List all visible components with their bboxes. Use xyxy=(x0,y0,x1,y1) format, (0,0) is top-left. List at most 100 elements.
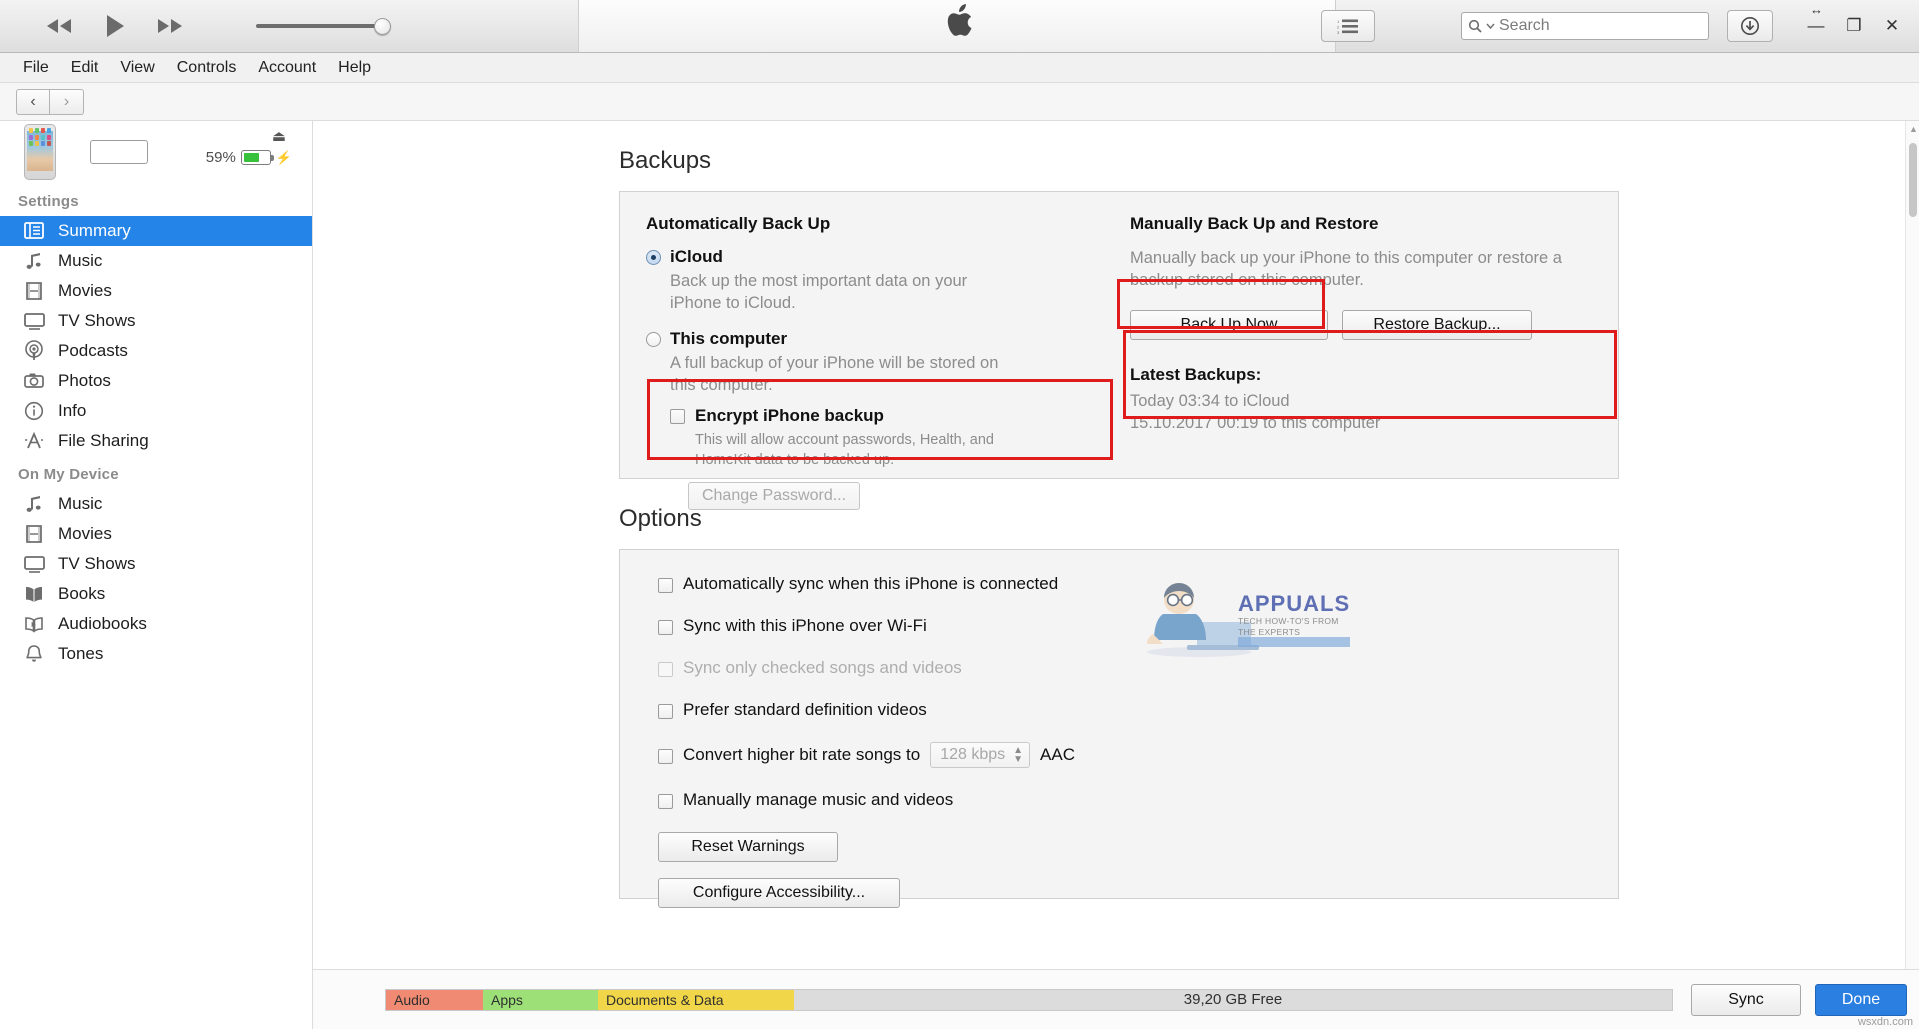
device-name-input[interactable] xyxy=(90,140,148,164)
scrollbar-thumb[interactable] xyxy=(1909,143,1917,217)
sync-button[interactable]: Sync xyxy=(1691,983,1801,1016)
forward-button[interactable]: › xyxy=(50,88,84,115)
menubar: File Edit View Controls Account Help xyxy=(0,53,1919,83)
sidebar: ⏏ 59% ⚡ Settings Summary Music Movies TV Sho… xyxy=(0,121,313,1029)
sidebar-item-label: Music xyxy=(58,251,103,270)
svg-text:2: 2 xyxy=(1337,25,1340,30)
tv-icon xyxy=(22,310,46,332)
charging-bolt-icon: ⚡ xyxy=(275,149,292,165)
books-icon xyxy=(22,583,46,605)
battery-status: 59% ⚡ xyxy=(206,149,292,166)
sidebar-item-books[interactable]: Books xyxy=(0,579,312,609)
close-button[interactable]: ✕ xyxy=(1873,11,1911,41)
stepper-arrows-icon[interactable]: ▲ ▼ xyxy=(1013,746,1023,765)
sidebar-item-tv-shows[interactable]: TV Shows xyxy=(0,306,312,336)
auto-sync-checkbox[interactable] xyxy=(658,578,673,593)
sidebar-item-summary[interactable]: Summary xyxy=(0,216,312,246)
summary-icon xyxy=(22,220,46,242)
encrypt-backup-label: Encrypt iPhone backup xyxy=(695,406,884,426)
icloud-description: Back up the most important data on your … xyxy=(670,272,968,313)
done-button[interactable]: Done xyxy=(1815,983,1907,1016)
sidebar-item-photos[interactable]: Photos xyxy=(0,366,312,396)
sidebar-item-info[interactable]: Info xyxy=(0,396,312,426)
option-convert-bitrate[interactable]: Convert higher bit rate songs to 128 kbp… xyxy=(658,742,1075,768)
prefer-sd-checkbox[interactable] xyxy=(658,704,673,719)
option-manual-manage[interactable]: Manually manage music and videos xyxy=(658,790,1075,810)
sync-checked-only-checkbox xyxy=(658,662,673,677)
volume-slider[interactable] xyxy=(256,13,391,39)
audio-format-label: AAC xyxy=(1040,745,1075,764)
capacity-segment-documents-data: Documents & Data xyxy=(598,989,794,1010)
convert-bitrate-checkbox[interactable] xyxy=(658,749,673,764)
list-view-icon[interactable]: 1 2 3 xyxy=(1321,10,1375,42)
device-header[interactable]: ⏏ 59% ⚡ xyxy=(0,121,312,183)
battery-icon xyxy=(240,150,274,165)
camera-icon xyxy=(22,370,46,392)
chevron-down-icon xyxy=(1486,23,1495,29)
restore-backup-button[interactable]: Restore Backup... xyxy=(1342,309,1532,340)
sidebar-item-movies[interactable]: Movies xyxy=(0,519,312,549)
encrypt-backup-checkbox-row[interactable]: Encrypt iPhone backup xyxy=(670,406,1066,426)
sidebar-item-audiobooks[interactable]: Audiobooks xyxy=(0,609,312,639)
sidebar-item-movies[interactable]: Movies xyxy=(0,276,312,306)
option-auto-sync[interactable]: Automatically sync when this iPhone is c… xyxy=(658,574,1075,594)
prefer-sd-label: Prefer standard definition videos xyxy=(683,700,927,719)
scroll-up-icon[interactable]: ▲ xyxy=(1909,124,1918,134)
vertical-scrollbar[interactable]: ▲ ▼ xyxy=(1905,121,1919,1029)
titlebar-right-group: 1 2 3 Search ↔ — ❐ ✕ xyxy=(1321,0,1919,52)
sidebar-item-music[interactable]: Music xyxy=(0,489,312,519)
radio-this-computer-label: This computer xyxy=(670,328,788,348)
menu-edit[interactable]: Edit xyxy=(60,57,110,79)
bitrate-value: 128 kbps xyxy=(940,746,1006,763)
manual-manage-checkbox[interactable] xyxy=(658,794,673,809)
back-up-now-button[interactable]: Back Up Now xyxy=(1130,309,1328,340)
sidebar-item-label: Audiobooks xyxy=(58,614,147,633)
maximize-button[interactable]: ❐ xyxy=(1835,11,1873,41)
search-input[interactable]: Search xyxy=(1461,12,1709,40)
radio-this-computer[interactable]: This computer xyxy=(646,329,1066,349)
volume-knob[interactable] xyxy=(374,18,391,35)
sidebar-section-header: Settings xyxy=(18,193,79,210)
resize-icon[interactable]: ↔ xyxy=(1810,2,1823,17)
reset-warnings-button[interactable]: Reset Warnings xyxy=(658,832,838,862)
fast-forward-icon[interactable] xyxy=(154,13,188,39)
radio-icloud-indicator[interactable] xyxy=(646,250,661,265)
menu-account[interactable]: Account xyxy=(247,57,327,79)
sidebar-item-tv-shows[interactable]: TV Shows xyxy=(0,549,312,579)
radio-this-computer-indicator[interactable] xyxy=(646,331,661,347)
encrypt-backup-checkbox[interactable] xyxy=(670,409,685,425)
sync-wifi-checkbox[interactable] xyxy=(658,620,673,635)
play-icon[interactable] xyxy=(98,13,132,39)
svg-text:1: 1 xyxy=(1337,19,1340,24)
change-password-button[interactable]: Change Password... xyxy=(688,482,860,511)
option-prefer-sd[interactable]: Prefer standard definition videos xyxy=(658,700,1075,720)
option-sync-wifi[interactable]: Sync with this iPhone over Wi-Fi xyxy=(658,616,1075,636)
manual-manage-label: Manually manage music and videos xyxy=(683,790,954,809)
menu-controls[interactable]: Controls xyxy=(166,57,248,79)
latest-backups-title: Latest Backups: xyxy=(1130,364,1262,384)
bitrate-select[interactable]: 128 kbps ▲ ▼ xyxy=(930,742,1031,768)
sidebar-item-music[interactable]: Music xyxy=(0,246,312,276)
content-area: ⏏ 59% ⚡ Settings Summary Music Movies TV Sho… xyxy=(0,121,1919,1029)
music-note-icon xyxy=(22,250,46,272)
encrypt-backup-description: This will allow account passwords, Healt… xyxy=(695,432,994,468)
sidebar-item-podcasts[interactable]: Podcasts xyxy=(0,336,312,366)
eject-icon[interactable]: ⏏ xyxy=(272,127,286,145)
radio-icloud[interactable]: iCloud xyxy=(646,247,1066,267)
menu-file[interactable]: File xyxy=(12,57,60,79)
menu-view[interactable]: View xyxy=(109,57,165,79)
configure-accessibility-button[interactable]: Configure Accessibility... xyxy=(658,878,900,908)
this-computer-description: A full backup of your iPhone will be sto… xyxy=(670,353,999,394)
sidebar-item-tones[interactable]: Tones xyxy=(0,639,312,669)
sidebar-item-label: Info xyxy=(58,401,87,420)
menu-help[interactable]: Help xyxy=(327,57,382,79)
rewind-icon[interactable] xyxy=(42,13,76,39)
sync-checked-only-label: Sync only checked songs and videos xyxy=(683,658,962,677)
volume-track xyxy=(256,24,391,28)
back-button[interactable]: ‹ xyxy=(16,88,50,115)
sidebar-item-file-sharing[interactable]: File Sharing xyxy=(0,426,312,456)
downloads-icon[interactable] xyxy=(1727,10,1773,42)
sidebar-item-label: Music xyxy=(58,494,103,513)
sidebar-item-label: Summary xyxy=(58,221,131,240)
search-icon xyxy=(1468,19,1482,33)
